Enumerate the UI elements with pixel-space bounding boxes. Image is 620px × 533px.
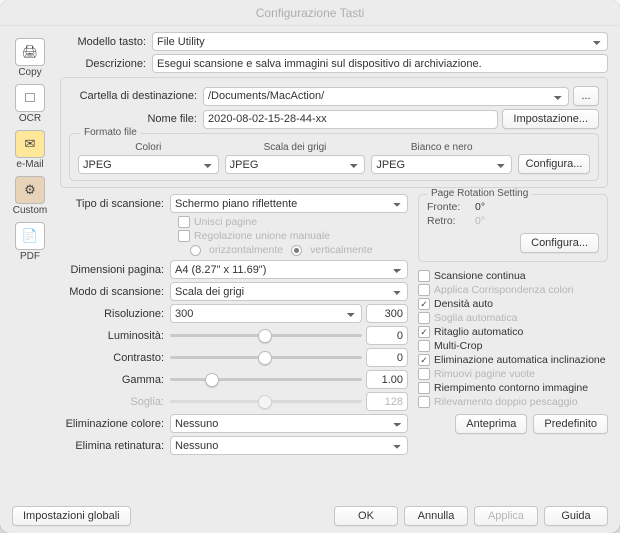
- autothresh-checkbox: [418, 312, 430, 324]
- ocr-icon: 🞎: [15, 84, 45, 112]
- scantype-select[interactable]: Schermo piano riflettente: [170, 194, 408, 213]
- continuous-checkbox[interactable]: [418, 270, 430, 282]
- gamma-label: Gamma:: [60, 374, 170, 386]
- sidebar-item-ocr[interactable]: 🞎OCR: [5, 82, 55, 126]
- footer: Impostazioni globali OK Annulla Applica …: [0, 499, 620, 533]
- apply-button: Applica: [474, 506, 538, 526]
- resolution-num[interactable]: [366, 304, 408, 323]
- browse-button[interactable]: ...: [573, 86, 599, 106]
- scantype-label: Tipo di scansione:: [60, 198, 170, 210]
- titlebar: Configurazione Tasti: [0, 0, 620, 26]
- descreen-label: Elimina retinatura:: [60, 440, 170, 452]
- folder-select[interactable]: /Documents/MacAction/: [203, 87, 569, 106]
- manual-merge-checkbox: [178, 230, 190, 242]
- contrast-num[interactable]: [366, 348, 408, 367]
- contrast-slider[interactable]: [170, 351, 362, 365]
- contrast-label: Contrasto:: [60, 352, 170, 364]
- scanmode-label: Modo di scansione:: [60, 286, 170, 298]
- fill-checkbox[interactable]: [418, 382, 430, 394]
- pagesize-select[interactable]: A4 (8.27" x 11.69"): [170, 260, 408, 279]
- horiz-radio: [190, 245, 201, 256]
- merge-checkbox: [178, 216, 190, 228]
- filename-setup-button[interactable]: Impostazione...: [502, 109, 599, 129]
- brightness-num[interactable]: [366, 326, 408, 345]
- resolution-select[interactable]: 300: [170, 304, 362, 323]
- rotation-front-value: 0°: [475, 201, 485, 213]
- sidebar-item-email[interactable]: ✉e-Mail: [5, 128, 55, 172]
- rotation-group: Page Rotation Setting Fronte:0° Retro:0°…: [418, 194, 608, 262]
- destination-group: Cartella di destinazione: /Documents/Mac…: [60, 77, 608, 188]
- model-select[interactable]: File Utility: [152, 32, 608, 51]
- desc-label: Descrizione:: [60, 58, 152, 70]
- printer-icon: 🖨: [15, 38, 45, 66]
- multicrop-checkbox[interactable]: [418, 340, 430, 352]
- main-panel: Modello tasto: File Utility Descrizione:…: [60, 26, 620, 499]
- pagesize-label: Dimensioni pagina:: [60, 264, 170, 276]
- colormatch-checkbox: [418, 284, 430, 296]
- scanmode-select[interactable]: Scala dei grigi: [170, 282, 408, 301]
- file-format-title: Formato file: [80, 127, 141, 138]
- sidebar-item-pdf[interactable]: 📄PDF: [5, 220, 55, 264]
- file-format-group: Formato file ColoriJPEG Scala dei grigiJ…: [69, 133, 599, 181]
- blank-checkbox: [418, 368, 430, 380]
- folder-label: Cartella di destinazione:: [69, 90, 203, 102]
- rotation-config-button[interactable]: Configura...: [520, 233, 599, 253]
- gear-icon: ⚙: [15, 176, 45, 204]
- brightness-label: Luminosità:: [60, 330, 170, 342]
- sidebar: 🖨Copy 🞎OCR ✉e-Mail ⚙Custom 📄PDF: [0, 26, 60, 499]
- filename-input[interactable]: [203, 110, 498, 129]
- threshold-num: [366, 392, 408, 411]
- deskew-checkbox[interactable]: [418, 354, 430, 366]
- guide-button[interactable]: Guida: [544, 506, 608, 526]
- brightness-slider[interactable]: [170, 329, 362, 343]
- model-label: Modello tasto:: [60, 36, 152, 48]
- default-button[interactable]: Predefinito: [533, 414, 608, 434]
- autodensity-checkbox[interactable]: [418, 298, 430, 310]
- preview-button[interactable]: Anteprima: [455, 414, 527, 434]
- ff-config-button[interactable]: Configura...: [518, 154, 590, 174]
- ok-button[interactable]: OK: [334, 506, 398, 526]
- vert-radio: [291, 245, 302, 256]
- window: Configurazione Tasti 🖨Copy 🞎OCR ✉e-Mail …: [0, 0, 620, 533]
- ff-bw-select[interactable]: JPEG: [371, 155, 512, 174]
- sidebar-item-custom[interactable]: ⚙Custom: [5, 174, 55, 218]
- gamma-slider[interactable]: [170, 373, 362, 387]
- rotation-rear-value: 0°: [475, 215, 485, 227]
- threshold-slider: [170, 395, 362, 409]
- desc-input[interactable]: [152, 54, 608, 73]
- dropout-label: Eliminazione colore:: [60, 418, 170, 430]
- pdf-icon: 📄: [15, 222, 45, 250]
- resolution-label: Risoluzione:: [60, 308, 170, 320]
- global-settings-button[interactable]: Impostazioni globali: [12, 506, 131, 526]
- cancel-button[interactable]: Annulla: [404, 506, 468, 526]
- dropout-select[interactable]: Nessuno: [170, 414, 408, 433]
- filename-label: Nome file:: [69, 113, 203, 125]
- gamma-num[interactable]: [366, 370, 408, 389]
- ff-gray-select[interactable]: JPEG: [225, 155, 366, 174]
- mail-icon: ✉: [15, 130, 45, 158]
- sidebar-item-copy[interactable]: 🖨Copy: [5, 36, 55, 80]
- autocrop-checkbox[interactable]: [418, 326, 430, 338]
- descreen-select[interactable]: Nessuno: [170, 436, 408, 455]
- threshold-label: Soglia:: [60, 396, 170, 408]
- multifeed-checkbox: [418, 396, 430, 408]
- ff-color-select[interactable]: JPEG: [78, 155, 219, 174]
